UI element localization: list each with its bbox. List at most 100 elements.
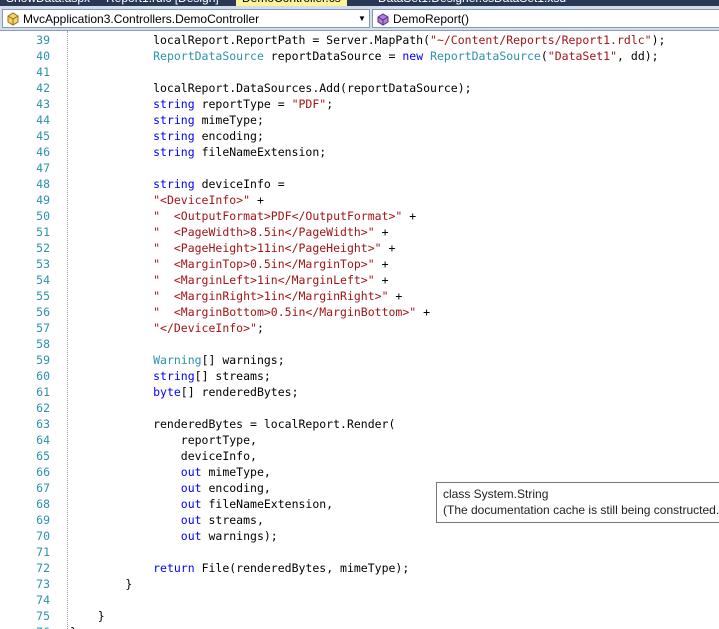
string-token: " <PageWidth>8.5in</PageWidth>" <box>153 225 375 239</box>
code-line[interactable]: 46 string fileNameExtension; <box>0 144 719 160</box>
code-line[interactable]: 39 localReport.ReportPath = Server.MapPa… <box>0 32 719 48</box>
code-line[interactable]: 50 " <OutputFormat>PDF</OutputFormat>" + <box>0 208 719 224</box>
code-token: } <box>70 609 105 623</box>
line-number: 43 <box>36 97 50 111</box>
type-dropdown-label: MvcApplication3.Controllers.DemoControll… <box>23 11 260 26</box>
line-number: 58 <box>36 337 50 351</box>
code-line[interactable]: 49 "<DeviceInfo>" + <box>0 192 719 208</box>
member-dropdown[interactable]: DemoReport() <box>372 9 719 28</box>
line-number: 41 <box>36 65 50 79</box>
code-text: string encoding; <box>70 128 264 144</box>
code-line[interactable]: 44 string mimeType; <box>0 112 719 128</box>
code-line[interactable]: 42 localReport.DataSources.Add(reportDat… <box>0 80 719 96</box>
code-token: localReport.DataSources.Add(reportDataSo… <box>70 81 472 95</box>
line-number: 75 <box>36 609 50 623</box>
code-token: reportType = <box>194 97 292 111</box>
code-text: out mimeType, <box>70 464 271 480</box>
code-line[interactable]: 51 " <PageWidth>8.5in</PageWidth>" + <box>0 224 719 240</box>
code-line[interactable]: 56 " <MarginBottom>0.5in</MarginBottom>"… <box>0 304 719 320</box>
code-text: " <MarginRight>1in</MarginRight>" + <box>70 288 402 304</box>
code-line[interactable]: 41 <box>0 64 719 80</box>
type-token: ReportDataSource <box>153 49 264 63</box>
keyword-token: string <box>153 129 195 143</box>
code-line[interactable]: 73 } <box>0 576 719 592</box>
code-line[interactable]: 48 string deviceInfo = <box>0 176 719 192</box>
code-token: [] renderedBytes; <box>180 385 299 399</box>
code-token: reportType, <box>70 433 257 447</box>
keyword-token: out <box>180 529 202 543</box>
code-line[interactable]: 54 " <MarginLeft>1in</MarginLeft>" + <box>0 272 719 288</box>
code-line[interactable]: 60 string[] streams; <box>0 368 719 384</box>
code-line[interactable]: 61 byte[] renderedBytes; <box>0 384 719 400</box>
string-token: "DataSet1" <box>547 49 618 63</box>
code-line[interactable]: 47 <box>0 160 719 176</box>
code-line[interactable]: 43 string reportType = "PDF"; <box>0 96 719 112</box>
code-line[interactable]: 64 reportType, <box>0 432 719 448</box>
code-token: streams, <box>201 513 264 527</box>
code-line[interactable]: 59 Warning[] warnings; <box>0 352 719 368</box>
code-line[interactable]: 58 <box>0 336 719 352</box>
code-text: string reportType = "PDF"; <box>70 96 333 112</box>
code-line[interactable]: 40 ReportDataSource reportDataSource = n… <box>0 48 719 64</box>
code-token: + <box>416 305 431 319</box>
code-line[interactable]: 71 <box>0 544 719 560</box>
code-line[interactable]: 62 <box>0 400 719 416</box>
string-token: " <MarginLeft>1in</MarginLeft>" <box>153 273 375 287</box>
line-number: 68 <box>36 497 50 511</box>
member-dropdown-label: DemoReport() <box>393 11 470 26</box>
code-line[interactable]: 76} <box>0 624 719 629</box>
code-text: out warnings); <box>70 528 278 544</box>
code-line[interactable]: 66 out mimeType, <box>0 464 719 480</box>
code-line[interactable]: 53 " <MarginTop>0.5in</MarginTop>" + <box>0 256 719 272</box>
line-number: 54 <box>36 273 50 287</box>
code-token: fileNameExtension, <box>201 497 334 511</box>
code-token: + <box>374 225 389 239</box>
code-line[interactable]: 65 deviceInfo, <box>0 448 719 464</box>
type-token: ReportDataSource <box>430 49 541 63</box>
type-dropdown[interactable]: MvcApplication3.Controllers.DemoControll… <box>2 9 370 28</box>
code-line[interactable]: 55 " <MarginRight>1in</MarginRight>" + <box>0 288 719 304</box>
code-line[interactable]: 52 " <PageHeight>11in</PageHeight>" + <box>0 240 719 256</box>
keyword-token: string <box>153 113 195 127</box>
code-text: " <OutputFormat>PDF</OutputFormat>" + <box>70 208 416 224</box>
code-text: string deviceInfo = <box>70 176 285 192</box>
code-text: "</DeviceInfo>"; <box>70 320 264 336</box>
code-line[interactable]: 63 renderedBytes = localReport.Render( <box>0 416 719 432</box>
line-number: 60 <box>36 369 50 383</box>
line-number: 65 <box>36 449 50 463</box>
line-number: 44 <box>36 113 50 127</box>
code-text: } <box>70 624 77 629</box>
code-text: " <PageHeight>11in</PageHeight>" + <box>70 240 395 256</box>
keyword-token: out <box>180 513 202 527</box>
code-token: File(renderedBytes, mimeType); <box>194 561 410 575</box>
code-editor[interactable]: 39 localReport.ReportPath = Server.MapPa… <box>0 31 719 629</box>
keyword-token: string <box>153 145 195 159</box>
code-line[interactable]: 57 "</DeviceInfo>"; <box>0 320 719 336</box>
line-number: 69 <box>36 513 50 527</box>
line-number: 64 <box>36 433 50 447</box>
code-line[interactable]: 70 out warnings); <box>0 528 719 544</box>
line-number: 67 <box>36 481 50 495</box>
code-text: localReport.ReportPath = Server.MapPath(… <box>70 32 665 48</box>
keyword-token: out <box>180 497 202 511</box>
code-text: out fileNameExtension, <box>70 496 333 512</box>
code-token: deviceInfo, <box>70 449 257 463</box>
keyword-token: new <box>402 49 424 63</box>
line-number: 62 <box>36 401 50 415</box>
code-line[interactable]: 75 } <box>0 608 719 624</box>
code-token: ; <box>326 97 334 111</box>
code-text: deviceInfo, <box>70 448 257 464</box>
quick-info-tooltip: class System.String (The documentation c… <box>436 482 719 523</box>
code-text: "<DeviceInfo>" + <box>70 192 264 208</box>
chevron-down-icon[interactable]: ▼ <box>355 10 369 27</box>
code-line[interactable]: 45 string encoding; <box>0 128 719 144</box>
code-line[interactable]: 74 <box>0 592 719 608</box>
code-line[interactable]: 72 return File(renderedBytes, mimeType); <box>0 560 719 576</box>
